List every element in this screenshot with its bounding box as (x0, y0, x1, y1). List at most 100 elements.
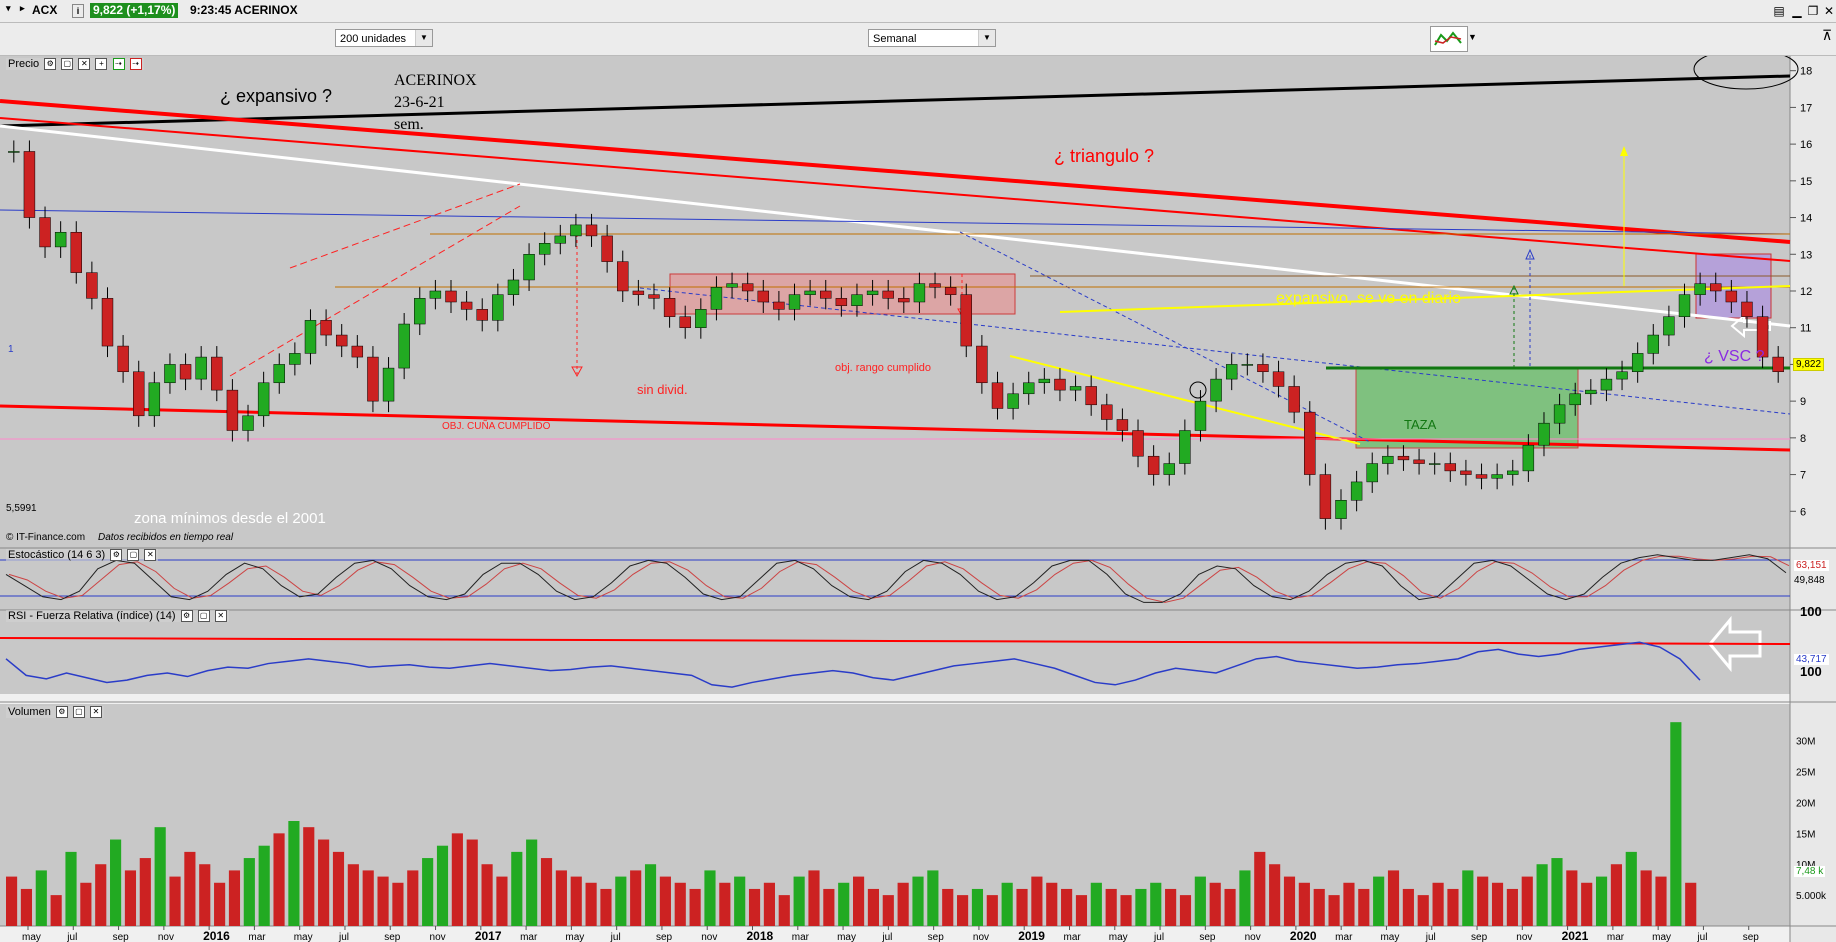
window-icon[interactable]: ▢ (61, 58, 74, 71)
volume-bar (511, 851, 523, 926)
x-axis-label: sep (1199, 932, 1216, 942)
candle-body (991, 382, 1004, 409)
candle-body (679, 316, 691, 328)
volume-bar (184, 851, 196, 926)
wrench-icon[interactable]: ⚙ (110, 549, 123, 562)
volume-bar (1417, 895, 1429, 926)
volume-bar (1551, 858, 1563, 926)
window-menu-icon[interactable]: ▤ (1772, 4, 1786, 18)
add-icon[interactable]: + (95, 58, 108, 71)
candle-body (1257, 364, 1269, 373)
minimize-icon[interactable]: ▁ (1790, 4, 1804, 18)
chart-type-icon (1434, 31, 1462, 46)
x-axis-label: 2020 (1290, 929, 1317, 942)
chevron-down-icon[interactable]: ▼ (1468, 32, 1477, 42)
x-axis-label: nov (1516, 932, 1532, 942)
chart-type-button[interactable] (1430, 26, 1468, 52)
pin-icon[interactable]: ⊼ (1822, 27, 1832, 44)
x-axis-label: may (565, 932, 584, 942)
close-icon[interactable]: ✕ (214, 610, 227, 623)
x-axis-label: nov (973, 932, 989, 942)
annotation-date: 23-6-21 (394, 94, 445, 111)
annotation-expansivo-diario: expansivo, se ve en diario (1276, 290, 1461, 307)
candle-body (476, 309, 488, 321)
candle-body (1194, 400, 1207, 431)
volume-bar (1254, 851, 1266, 926)
volume-panel-title: Volumen ⚙ ▢ ✕ (6, 706, 104, 719)
price-panel-title: Precio ⚙ ▢ ✕ + ⇢ ⇢ (6, 58, 144, 71)
wrench-icon[interactable]: ⚙ (44, 58, 57, 71)
candle-body (1272, 371, 1285, 387)
candle-body (164, 364, 176, 384)
window-icon[interactable]: ▢ (197, 610, 210, 623)
wrench-icon[interactable]: ⚙ (180, 610, 193, 623)
volume-axis-label: 5.000k (1796, 891, 1827, 902)
x-axis-label: sep (928, 932, 945, 942)
candle-body (148, 382, 161, 417)
candle-body (1460, 470, 1472, 475)
stochastic-panel-title: Estocástico (14 6 3) ⚙ ▢ ✕ (6, 549, 159, 562)
dropdown-arrow-icon[interactable]: ▾ (6, 3, 11, 14)
volume-bar (585, 882, 597, 926)
candle-body (133, 371, 145, 417)
candle-body (1538, 422, 1550, 446)
window-icon[interactable]: ▢ (127, 549, 140, 562)
window-icon[interactable]: ▢ (72, 706, 85, 719)
x-axis-label: jul (66, 932, 77, 942)
price-tag: 9,822 (1793, 358, 1825, 371)
close-icon[interactable]: ✕ (144, 549, 157, 562)
volume-bar (65, 851, 77, 926)
candle-body (757, 290, 769, 303)
volume-bar (1283, 876, 1296, 926)
info-icon[interactable]: i (72, 4, 84, 18)
annotation-sin-divid: sin divid. (637, 382, 688, 397)
chevron-down-icon[interactable]: ▼ (978, 30, 995, 46)
volume-bar (704, 870, 716, 926)
export-green-icon[interactable]: ⇢ (112, 58, 125, 71)
volume-bar (1387, 870, 1400, 926)
candle-body (54, 231, 67, 248)
close-icon[interactable]: ✕ (78, 58, 91, 71)
candle-body (1147, 455, 1160, 475)
annotation-vsc: ¿ VSC ? (1704, 348, 1765, 365)
price-axis-label: 7 (1800, 470, 1806, 482)
candle-body (1210, 378, 1222, 402)
wrench-icon[interactable]: ⚙ (55, 706, 68, 719)
volume-bar (496, 876, 508, 926)
symbol-label[interactable]: ACX (32, 3, 57, 17)
volume-bar (228, 870, 241, 926)
volume-bar (853, 876, 865, 926)
close-icon[interactable]: ✕ (90, 706, 102, 719)
volume-bar (1001, 882, 1013, 926)
price-axis-label: 18 (1800, 66, 1812, 78)
units-select[interactable]: 200 unidades ▼ (335, 29, 433, 47)
candle-body (1132, 430, 1144, 457)
candle-body (898, 298, 910, 303)
candle-body (492, 294, 504, 321)
candle-body (1413, 459, 1425, 464)
x-axis-label: may (837, 932, 856, 942)
candle-body (976, 345, 988, 384)
restore-icon[interactable]: ❐ (1806, 4, 1820, 18)
volume-bar (258, 845, 270, 926)
candle-body (335, 334, 348, 347)
candle-body (1382, 455, 1394, 464)
chevron-down-icon[interactable]: ▼ (415, 30, 432, 46)
candle-body (554, 235, 567, 244)
x-axis-label: jul (338, 932, 349, 942)
x-axis-label: mar (792, 932, 810, 942)
candle-body (726, 283, 738, 288)
volume-bar (288, 821, 300, 926)
volume-bar (243, 858, 255, 926)
volume-bar (540, 858, 553, 926)
candle-body (820, 290, 832, 299)
candle-body (1741, 301, 1753, 317)
export-red-icon[interactable]: ⇢ (129, 58, 142, 71)
candle-body (273, 364, 285, 384)
x-axis-label: 2019 (1018, 929, 1045, 942)
stoch-value-2: 49,848 (1794, 575, 1825, 586)
volume-bar (971, 888, 984, 926)
volume-bar (1150, 882, 1162, 926)
period-select[interactable]: Semanal ▼ (868, 29, 996, 47)
close-icon[interactable]: ✕ (1822, 4, 1836, 18)
